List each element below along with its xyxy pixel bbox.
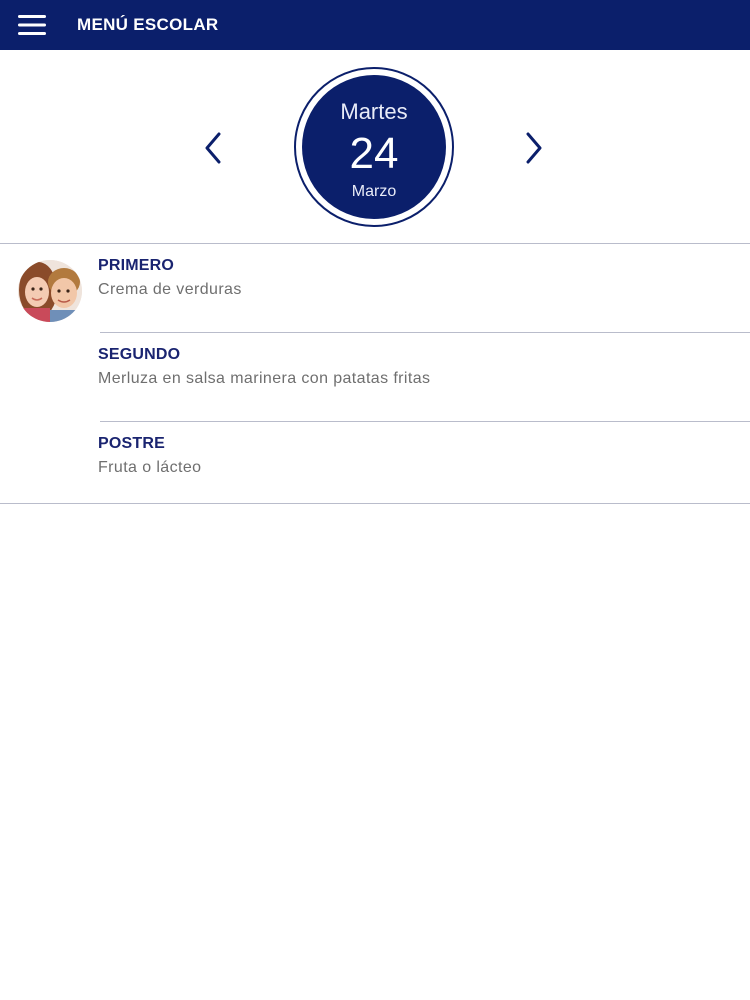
course-dish: Fruta o lácteo [98, 459, 202, 476]
course-item-segundo: SEGUNDO Merluza en salsa marinera con pa… [98, 333, 750, 422]
app-title: MENÚ ESCOLAR [77, 15, 219, 34]
chevron-left-icon [205, 132, 221, 164]
app-screen: MENÚ ESCOLAR Martes 24 Marzo PRIMERO Cre… [0, 0, 750, 1000]
course-dish: Merluza en salsa marinera con patatas fr… [98, 370, 431, 387]
chevron-right-icon [526, 132, 542, 164]
app-bar: MENÚ ESCOLAR [0, 0, 750, 50]
list-bottom-divider [0, 503, 750, 504]
next-day-button[interactable] [517, 128, 551, 168]
date-month: Marzo [351, 183, 397, 200]
course-item-postre: POSTRE Fruta o lácteo [98, 422, 750, 511]
children-avatar [18, 260, 82, 322]
course-item-primero: PRIMERO Crema de verduras [98, 244, 750, 333]
previous-day-button[interactable] [196, 128, 230, 168]
course-title: POSTRE [98, 435, 165, 452]
date-badge: Martes 24 Marzo [294, 67, 454, 227]
date-day-number: 24 [349, 129, 399, 178]
menu-button[interactable] [0, 0, 64, 50]
course-title: SEGUNDO [98, 346, 181, 363]
course-title: PRIMERO [98, 257, 175, 274]
date-circle: Martes 24 Marzo [302, 75, 446, 219]
course-dish: Crema de verduras [98, 281, 242, 298]
hamburger-menu-icon [18, 15, 46, 35]
date-weekday: Martes [340, 99, 408, 124]
date-selector: Martes 24 Marzo [0, 50, 750, 244]
